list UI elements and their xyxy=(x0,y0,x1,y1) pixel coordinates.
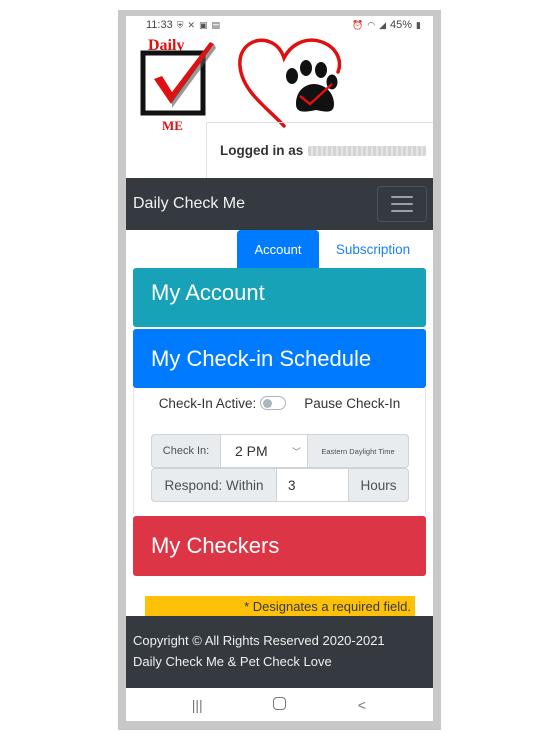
status-time: 11:33 xyxy=(146,19,173,31)
required-field-note: * Designates a required field. xyxy=(145,596,415,617)
logged-in-label: Logged in as xyxy=(220,143,304,158)
check-in-active-label: Check-In Active: xyxy=(158,395,257,411)
tab-subscription[interactable]: Subscription xyxy=(326,230,420,268)
wifi-icon: ◠ xyxy=(367,19,376,30)
toggle-knob xyxy=(263,398,273,408)
footer-brands: Daily Check Me & Pet Check Love xyxy=(133,654,332,669)
check-in-active-row: Check-In Active: Pause Check-In xyxy=(134,394,425,412)
my-account-title: My Account xyxy=(151,280,265,305)
timezone-label: Eastern Daylight Time xyxy=(307,434,409,468)
respond-within-group: Respond: Within 3 Hours xyxy=(151,468,409,502)
phone-frame: 11:33 ⛨ ✕ ▣ ▤ ⏰ ◠ ◢ 45% ▮ Daily ME Logge… xyxy=(118,10,441,730)
status-bar: 11:33 ⛨ ✕ ▣ ▤ ⏰ ◠ ◢ 45% ▮ xyxy=(126,16,433,34)
recents-button[interactable]: ||| xyxy=(177,697,217,713)
logged-in-box: Logged in as [redacted] xyxy=(206,122,433,178)
check-in-time-select[interactable]: 2 PM ﹀ xyxy=(221,434,307,468)
pause-check-in-label: Pause Check-In xyxy=(304,395,401,411)
home-icon xyxy=(272,696,286,710)
tab-account[interactable]: Account xyxy=(237,230,319,268)
account-tabs: Account Subscription xyxy=(126,230,433,268)
navbar: Daily Check Me xyxy=(126,178,433,230)
battery-icon: ▮ xyxy=(416,19,421,30)
alarm-icon: ⏰ xyxy=(352,19,364,30)
back-button[interactable]: < xyxy=(342,697,382,713)
my-checkers-title: My Checkers xyxy=(151,533,280,558)
respond-hours-input[interactable]: 3 xyxy=(277,468,348,502)
check-in-time-group: Check In: 2 PM ﹀ Eastern Daylight Time xyxy=(151,434,409,468)
logo-area: Daily ME xyxy=(126,34,433,136)
tools-icon: ✕ xyxy=(187,19,196,30)
screen: 11:33 ⛨ ✕ ▣ ▤ ⏰ ◠ ◢ 45% ▮ Daily ME Logge… xyxy=(126,16,433,721)
check-in-label: Check In: xyxy=(151,434,221,468)
logo-me-text: ME xyxy=(162,118,183,133)
footer: Copyright © All Rights Reserved 2020-202… xyxy=(126,616,433,688)
check-in-schedule-title: My Check-in Schedule xyxy=(151,345,372,371)
navbar-toggler-button[interactable] xyxy=(377,186,427,222)
my-checkers-card-header[interactable]: My Checkers xyxy=(133,516,426,576)
calendar-icon: ▤ xyxy=(211,19,221,30)
android-nav-bar: ||| < xyxy=(126,688,433,721)
check-in-schedule-body: Check-In Active: Pause Check-In Check In… xyxy=(133,388,426,514)
chevron-down-icon: ﹀ xyxy=(291,446,301,457)
logged-in-username: [redacted] xyxy=(308,145,427,156)
daily-check-me-logo[interactable]: Daily ME xyxy=(136,34,226,134)
battery-percent: 45% xyxy=(390,19,413,31)
hours-label: Hours xyxy=(348,468,409,502)
pet-check-love-logo[interactable] xyxy=(234,34,349,134)
footer-copyright: Copyright © All Rights Reserved 2020-202… xyxy=(133,633,385,648)
check-in-schedule-card-header[interactable]: My Check-in Schedule xyxy=(133,329,426,388)
check-in-active-toggle[interactable] xyxy=(260,396,287,410)
home-button[interactable] xyxy=(259,696,299,713)
hamburger-icon xyxy=(391,196,413,198)
navbar-brand[interactable]: Daily Check Me xyxy=(133,195,245,213)
check-in-time-value: 2 PM xyxy=(235,443,268,459)
image-icon: ▣ xyxy=(199,19,208,30)
signal-icon: ◢ xyxy=(379,19,387,30)
my-account-card-header[interactable]: My Account xyxy=(133,268,426,327)
shield-icon: ⛨ xyxy=(176,19,184,30)
respond-within-label: Respond: Within xyxy=(151,468,277,502)
